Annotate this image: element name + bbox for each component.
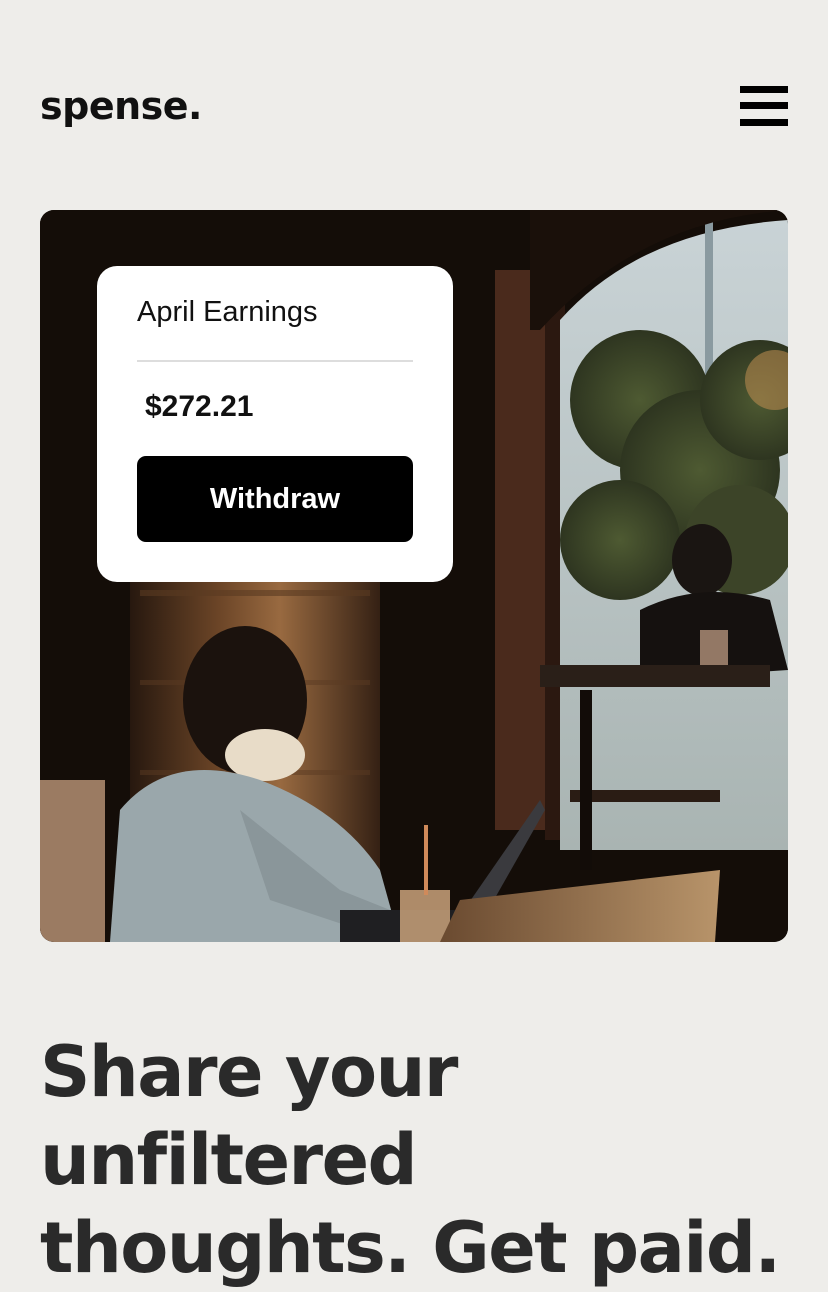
menu-bar-bottom bbox=[740, 119, 788, 126]
hamburger-menu-icon[interactable] bbox=[740, 86, 788, 126]
menu-bar-top bbox=[740, 86, 788, 93]
withdraw-button[interactable]: Withdraw bbox=[137, 456, 413, 542]
earnings-card: April Earnings $272.21 Withdraw bbox=[97, 266, 453, 582]
brand-logo[interactable]: spense. bbox=[40, 84, 202, 128]
hero-headline-line1: Share your unfiltered bbox=[40, 1031, 458, 1201]
earnings-card-divider bbox=[137, 360, 413, 362]
earnings-card-title: April Earnings bbox=[137, 296, 318, 328]
hero-headline-line2: thoughts. Get paid. bbox=[40, 1207, 781, 1289]
earnings-amount: $272.21 bbox=[145, 390, 254, 423]
hero-headline: Share your unfiltered thoughts. Get paid… bbox=[40, 1028, 800, 1292]
menu-bar-middle bbox=[740, 102, 788, 109]
